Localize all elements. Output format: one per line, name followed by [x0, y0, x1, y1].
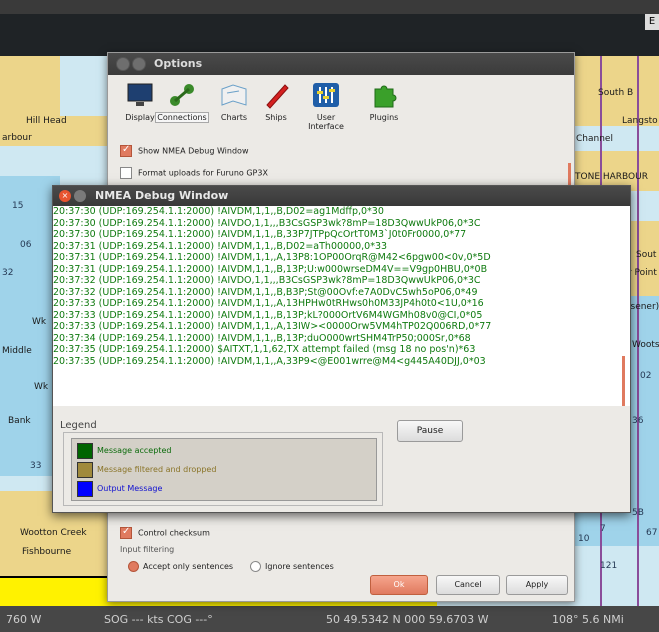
log-line: 20:37:32 (UDP:169.254.1.1:2000) !AIVDM,1…	[53, 286, 478, 298]
display-icon	[127, 83, 153, 106]
user-interface-icon	[313, 83, 339, 107]
chart-label: Wk	[32, 317, 47, 327]
corner-button[interactable]: E	[645, 14, 659, 30]
legend-list: Message accepted Message filtered and dr…	[71, 438, 377, 501]
ignore-radio[interactable]	[250, 561, 261, 572]
input-filtering-label: Input filtering	[120, 545, 175, 554]
depth-sounding: 67	[646, 528, 658, 538]
depth-sounding: 121	[600, 561, 618, 571]
log-line: 20:37:30 (UDP:169.254.1.1:2000) !AIVDM,1…	[53, 229, 467, 240]
log-line: 20:37:30 (UDP:169.254.1.1:2000) !AIVDO,1…	[53, 217, 481, 229]
tab-user-interface[interactable]: User Interface	[298, 81, 354, 131]
furuno-row[interactable]: Format uploads for Furuno GP3X	[120, 167, 268, 179]
ships-icon	[266, 84, 289, 109]
log-line: 20:37:34 (UDP:169.254.1.1:2000) !AIVDM,1…	[53, 332, 471, 344]
chart-label: Bank	[8, 416, 31, 426]
chart-label: South B	[598, 88, 634, 98]
tab-plugins[interactable]: Plugins	[356, 81, 412, 122]
options-titlebar: Options	[108, 53, 574, 75]
legend-title: Legend	[60, 420, 97, 431]
log-line: 20:37:31 (UDP:169.254.1.1:2000) !AIVDM,1…	[53, 263, 488, 275]
legend-swatch	[77, 443, 93, 459]
log-line: 20:37:35 (UDP:169.254.1.1:2000) $AITXT,1…	[53, 344, 476, 355]
log-line: 20:37:33 (UDP:169.254.1.1:2000) !AIVDM,1…	[53, 309, 483, 321]
tab-connections[interactable]: Connections	[154, 81, 210, 123]
close-icon[interactable]: ×	[59, 190, 71, 202]
chart-label: TONE HARBOUR	[575, 172, 648, 182]
shallow-water	[0, 176, 60, 476]
chart-label: Channel	[576, 134, 613, 144]
chart-label: Fishbourne	[22, 547, 72, 557]
depth-sounding: 7	[600, 524, 606, 534]
cancel-button[interactable]: Cancel	[436, 575, 500, 595]
depth-sounding: 06	[20, 240, 32, 250]
chart-label: lsener)	[628, 302, 659, 312]
chart-label: Woots	[632, 340, 659, 350]
log-line: 20:37:31 (UDP:169.254.1.1:2000) !AIVDM,1…	[53, 240, 388, 252]
log-line: 20:37:35 (UDP:169.254.1.1:2000) !AIVDM,1…	[53, 355, 486, 367]
accept-only-row[interactable]: Accept only sentences	[128, 561, 233, 572]
log-line: 20:37:33 (UDP:169.254.1.1:2000) !AIVDM,1…	[53, 321, 492, 332]
nmea-log[interactable]: 20:37:30 (UDP:169.254.1.1:2000) !AIVDM,1…	[53, 206, 630, 406]
depth-sounding: 02	[640, 371, 652, 381]
accept-only-radio[interactable]	[128, 561, 139, 572]
status-bearing: 108° 5.6 NMi	[552, 613, 624, 626]
depth-sounding: 5B	[632, 508, 644, 518]
chart-label: Langsto	[622, 116, 658, 126]
depth-sounding: 15	[12, 201, 24, 211]
depth-sounding: 10	[578, 534, 590, 544]
show-nmea-row[interactable]: Show NMEA Debug Window	[120, 144, 248, 157]
apply-button[interactable]: Apply	[506, 575, 568, 595]
log-line: 20:37:31 (UDP:169.254.1.1:2000) !AIVDM,1…	[53, 252, 491, 263]
legend-swatch	[77, 481, 93, 497]
top-bar	[0, 0, 659, 14]
chart-label: r Point	[628, 268, 657, 278]
chart-label: Sout	[636, 250, 657, 260]
connections-icon	[170, 84, 194, 106]
options-title: Options	[154, 57, 203, 70]
chart-label: Middle	[2, 346, 32, 356]
control-checksum-checkbox[interactable]	[120, 526, 132, 539]
furuno-checkbox[interactable]	[120, 167, 132, 179]
charts-icon	[221, 84, 247, 106]
status-position: 50 49.5342 N 000 59.6703 W	[326, 613, 489, 626]
legend-swatch	[77, 462, 93, 478]
minimize-icon[interactable]	[74, 190, 86, 202]
toolbar-area	[0, 14, 659, 56]
plugins-icon	[374, 85, 397, 108]
legend-box: Message accepted Message filtered and dr…	[63, 432, 383, 506]
nmea-titlebar: × NMEA Debug Window	[53, 186, 630, 206]
chart-label: arbour	[2, 133, 32, 143]
close-icon[interactable]	[116, 57, 130, 71]
ignore-row[interactable]: Ignore sentences	[250, 561, 334, 572]
chart-label: Hill Head	[26, 116, 67, 126]
depth-sounding: 36	[632, 416, 644, 426]
minimize-icon[interactable]	[132, 57, 146, 71]
log-scrollbar[interactable]	[622, 356, 625, 406]
nmea-title: NMEA Debug Window	[95, 189, 229, 202]
depth-sounding: 33	[30, 461, 42, 471]
status-sog-cog: SOG --- kts COG ---°	[104, 613, 213, 626]
boundary-line	[637, 56, 639, 606]
ok-button[interactable]: Ok	[370, 575, 428, 595]
log-line: 20:37:33 (UDP:169.254.1.1:2000) !AIVDM,1…	[53, 298, 484, 309]
pause-button[interactable]: Pause	[397, 420, 463, 442]
status-bar: 760 W SOG --- kts COG ---° 50 49.5342 N …	[0, 606, 659, 632]
status-left: 760 W	[6, 613, 42, 626]
chart-label: Wk	[34, 382, 49, 392]
depth-sounding: 32	[2, 268, 14, 278]
log-line: 20:37:30 (UDP:169.254.1.1:2000) !AIVDM,1…	[53, 206, 384, 217]
log-line: 20:37:32 (UDP:169.254.1.1:2000) !AIVDO,1…	[53, 275, 481, 286]
tab-ships[interactable]: Ships	[248, 81, 304, 122]
nmea-debug-window: × NMEA Debug Window 20:37:30 (UDP:169.25…	[52, 185, 631, 513]
show-nmea-checkbox[interactable]	[120, 144, 132, 157]
control-checksum-row[interactable]: Control checksum	[120, 526, 210, 539]
chart-label: Wootton Creek	[20, 528, 87, 538]
